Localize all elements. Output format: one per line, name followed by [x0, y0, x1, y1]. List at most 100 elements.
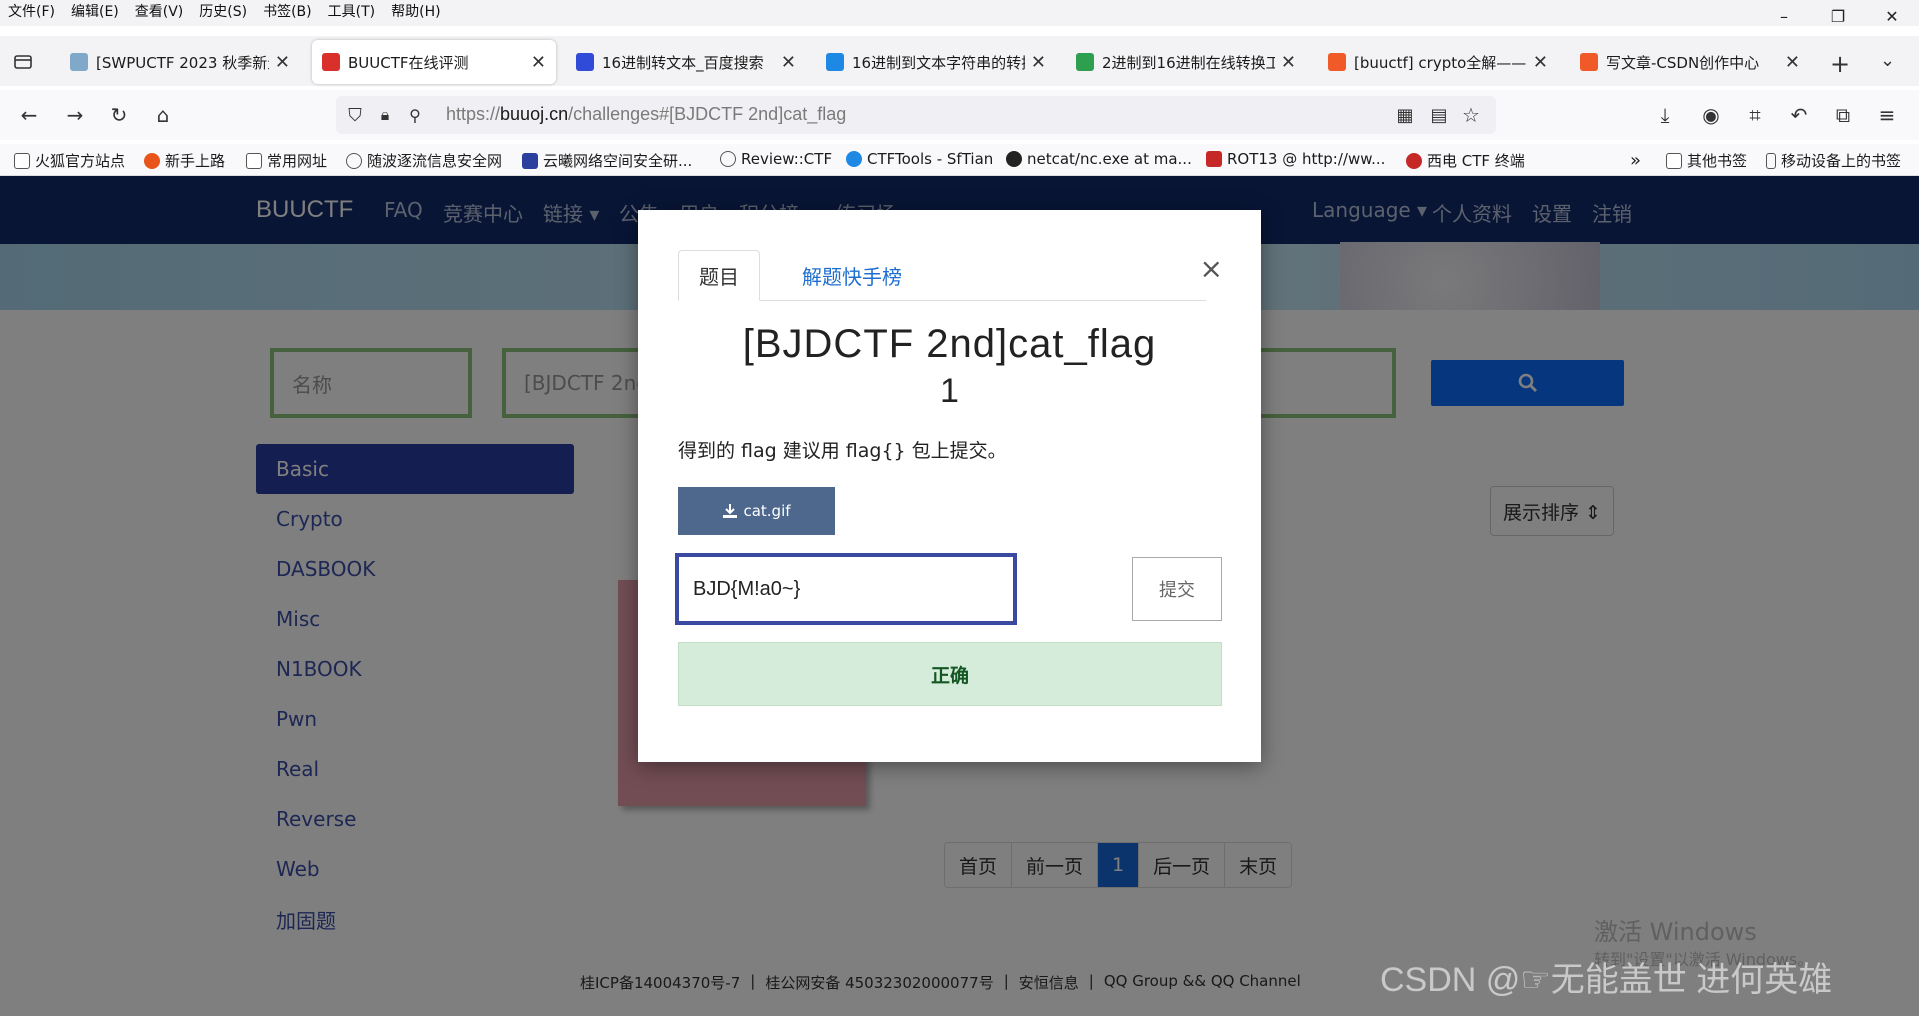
- reader-view-icon[interactable]: ▤: [1426, 102, 1452, 128]
- more-bookmarks-icon[interactable]: »: [1630, 150, 1641, 171]
- challenge-score: 1: [940, 372, 959, 410]
- site-icon: [846, 151, 862, 167]
- tab-favicon: [1076, 53, 1094, 71]
- close-icon[interactable]: ×: [1200, 252, 1223, 285]
- tab-label: 写文章-CSDN创作中心: [1606, 53, 1760, 72]
- back-icon[interactable]: ←: [16, 102, 42, 128]
- new-tab-icon[interactable]: +: [1830, 50, 1850, 78]
- restore-button[interactable]: ❐: [1811, 0, 1865, 32]
- reload-icon[interactable]: ↻: [106, 102, 132, 128]
- site-icon: [1406, 152, 1422, 169]
- close-window-button[interactable]: ✕: [1865, 0, 1919, 32]
- tab-csdn-crypto[interactable]: [buuctf] crypto全解——前 ✕: [1318, 40, 1558, 84]
- extensions-icon[interactable]: ⧉: [1830, 102, 1856, 128]
- menu-icon[interactable]: ≡: [1874, 102, 1900, 128]
- lock-icon[interactable]: 🔒︎: [372, 102, 398, 128]
- challenge-description: 得到的 flag 建议用 flag{} 包上提交。: [678, 440, 1007, 462]
- bookmark-item[interactable]: 新手上路: [144, 150, 225, 171]
- download-icon[interactable]: ⤓: [1652, 102, 1678, 128]
- download-attachment-button[interactable]: cat.gif: [678, 487, 835, 535]
- tab-buuctf[interactable]: BUUCTF在线评测 ✕: [312, 40, 556, 84]
- menu-history[interactable]: 历史(S): [191, 0, 255, 26]
- tab-favicon: [576, 53, 594, 71]
- firefox-icon: [144, 152, 160, 169]
- rot13-icon: [1206, 151, 1222, 167]
- bookmark-item[interactable]: 移动设备上的书签: [1766, 150, 1901, 171]
- folder-icon: [246, 152, 262, 169]
- window-controls: – ❐ ✕: [1757, 0, 1919, 32]
- github-icon: [1006, 151, 1022, 167]
- star-icon[interactable]: ☆: [1458, 102, 1484, 128]
- menu-edit[interactable]: 编辑(E): [63, 0, 127, 26]
- menu-view[interactable]: 查看(V): [127, 0, 192, 26]
- globe-icon: [346, 152, 362, 169]
- tab-favicon: [322, 53, 340, 71]
- screenshot-icon[interactable]: ⌗: [1742, 102, 1768, 128]
- folder-icon: [1666, 152, 1682, 169]
- tab-favicon: [1328, 53, 1346, 71]
- modal-tabs: 题目 解题快手榜: [678, 250, 1206, 301]
- bookmark-item[interactable]: 云曦网络空间安全研...: [522, 150, 692, 171]
- tab-label: 2进制到16进制在线转换工具: [1102, 53, 1275, 72]
- address-bar[interactable]: ⛉ 🔒︎ ⚲ https://buuoj.cn/challenges#[BJDC…: [336, 96, 1496, 134]
- result-alert: 正确: [678, 642, 1222, 706]
- tab-favicon: [70, 53, 88, 71]
- forward-icon[interactable]: →: [62, 102, 88, 128]
- csdn-watermark: CSDN @☞无能盖世 进何英雄: [1380, 961, 1833, 999]
- bookmark-item[interactable]: 常用网址: [246, 150, 327, 171]
- bookmark-item[interactable]: netcat/nc.exe at ma...: [1006, 150, 1192, 168]
- site-icon: [522, 152, 538, 169]
- bookmark-item[interactable]: 其他书签: [1666, 150, 1747, 171]
- menu-help[interactable]: 帮助(H): [383, 0, 448, 26]
- menu-file[interactable]: 文件(F): [0, 0, 63, 26]
- challenge-title: [BJDCTF 2nd]cat_flag: [742, 322, 1157, 366]
- shield-icon[interactable]: ⛉: [342, 102, 368, 128]
- undo-icon[interactable]: ↶: [1786, 102, 1812, 128]
- tab-list-icon[interactable]: [10, 48, 36, 74]
- close-tab-icon[interactable]: ✕: [1533, 52, 1548, 73]
- close-tab-icon[interactable]: ✕: [275, 52, 290, 73]
- download-icon: [723, 504, 738, 518]
- download-label: cat.gif: [743, 502, 791, 520]
- url-text: https://buuoj.cn/challenges#[BJDCTF 2nd]…: [446, 104, 847, 124]
- close-tab-icon[interactable]: ✕: [1785, 52, 1800, 73]
- bookmark-item[interactable]: 西电 CTF 终端: [1406, 150, 1525, 171]
- tab-hex-convert[interactable]: 16进制到文本字符串的转换 ✕: [816, 40, 1056, 84]
- tab-label: [buuctf] crypto全解——前: [1354, 53, 1527, 72]
- account-icon[interactable]: ◉: [1698, 102, 1724, 128]
- tab-csdn-write[interactable]: 写文章-CSDN创作中心 ✕: [1570, 40, 1810, 84]
- tab-label: [SWPUCTF 2023 秋季新生: [96, 53, 269, 72]
- bookmark-item[interactable]: ROT13 @ http://ww...: [1206, 150, 1385, 168]
- close-tab-icon[interactable]: ✕: [1281, 52, 1296, 73]
- tab-favicon: [1580, 53, 1598, 71]
- bookmark-item[interactable]: 火狐官方站点: [14, 150, 125, 171]
- mobile-icon: [1766, 152, 1776, 169]
- bookmark-item[interactable]: CTFTools - SfTian: [846, 150, 993, 168]
- flag-input[interactable]: [675, 553, 1017, 625]
- menu-tools[interactable]: 工具(T): [320, 0, 383, 26]
- tab-overflow-icon[interactable]: ⌄: [1880, 50, 1895, 71]
- tab-favicon: [826, 53, 844, 71]
- minimize-button[interactable]: –: [1757, 0, 1811, 32]
- folder-icon: [14, 152, 30, 169]
- tab-label: 16进制到文本字符串的转换: [852, 53, 1025, 72]
- tab-label: BUUCTF在线评测: [348, 53, 469, 72]
- qr-code-icon[interactable]: ▦: [1392, 102, 1418, 128]
- tab-label: 16进制转文本_百度搜索: [602, 53, 764, 72]
- close-tab-icon[interactable]: ✕: [781, 52, 796, 73]
- bookmarks-bar: 火狐官方站点 新手上路 常用网址 随波逐流信息安全网 云曦网络空间安全研... …: [0, 144, 1919, 176]
- bookmark-item[interactable]: 随波逐流信息安全网: [346, 150, 502, 171]
- tab-swpuctf[interactable]: [SWPUCTF 2023 秋季新生 ✕: [60, 40, 300, 84]
- tab-bin-hex[interactable]: 2进制到16进制在线转换工具 ✕: [1066, 40, 1306, 84]
- submit-button[interactable]: 提交: [1132, 557, 1222, 621]
- bookmark-item[interactable]: Review::CTF: [720, 150, 832, 168]
- menu-bookmarks[interactable]: 书签(B): [255, 0, 320, 26]
- tab-solves[interactable]: 解题快手榜: [782, 250, 922, 301]
- tab-challenge[interactable]: 题目: [678, 250, 760, 301]
- tab-bar: [SWPUCTF 2023 秋季新生 ✕ BUUCTF在线评测 ✕ 16进制转文…: [0, 36, 1919, 86]
- close-tab-icon[interactable]: ✕: [531, 52, 546, 73]
- close-tab-icon[interactable]: ✕: [1031, 52, 1046, 73]
- home-icon[interactable]: ⌂: [150, 102, 176, 128]
- tab-baidu-search[interactable]: 16进制转文本_百度搜索 ✕: [566, 40, 806, 84]
- permissions-icon[interactable]: ⚲: [402, 102, 428, 128]
